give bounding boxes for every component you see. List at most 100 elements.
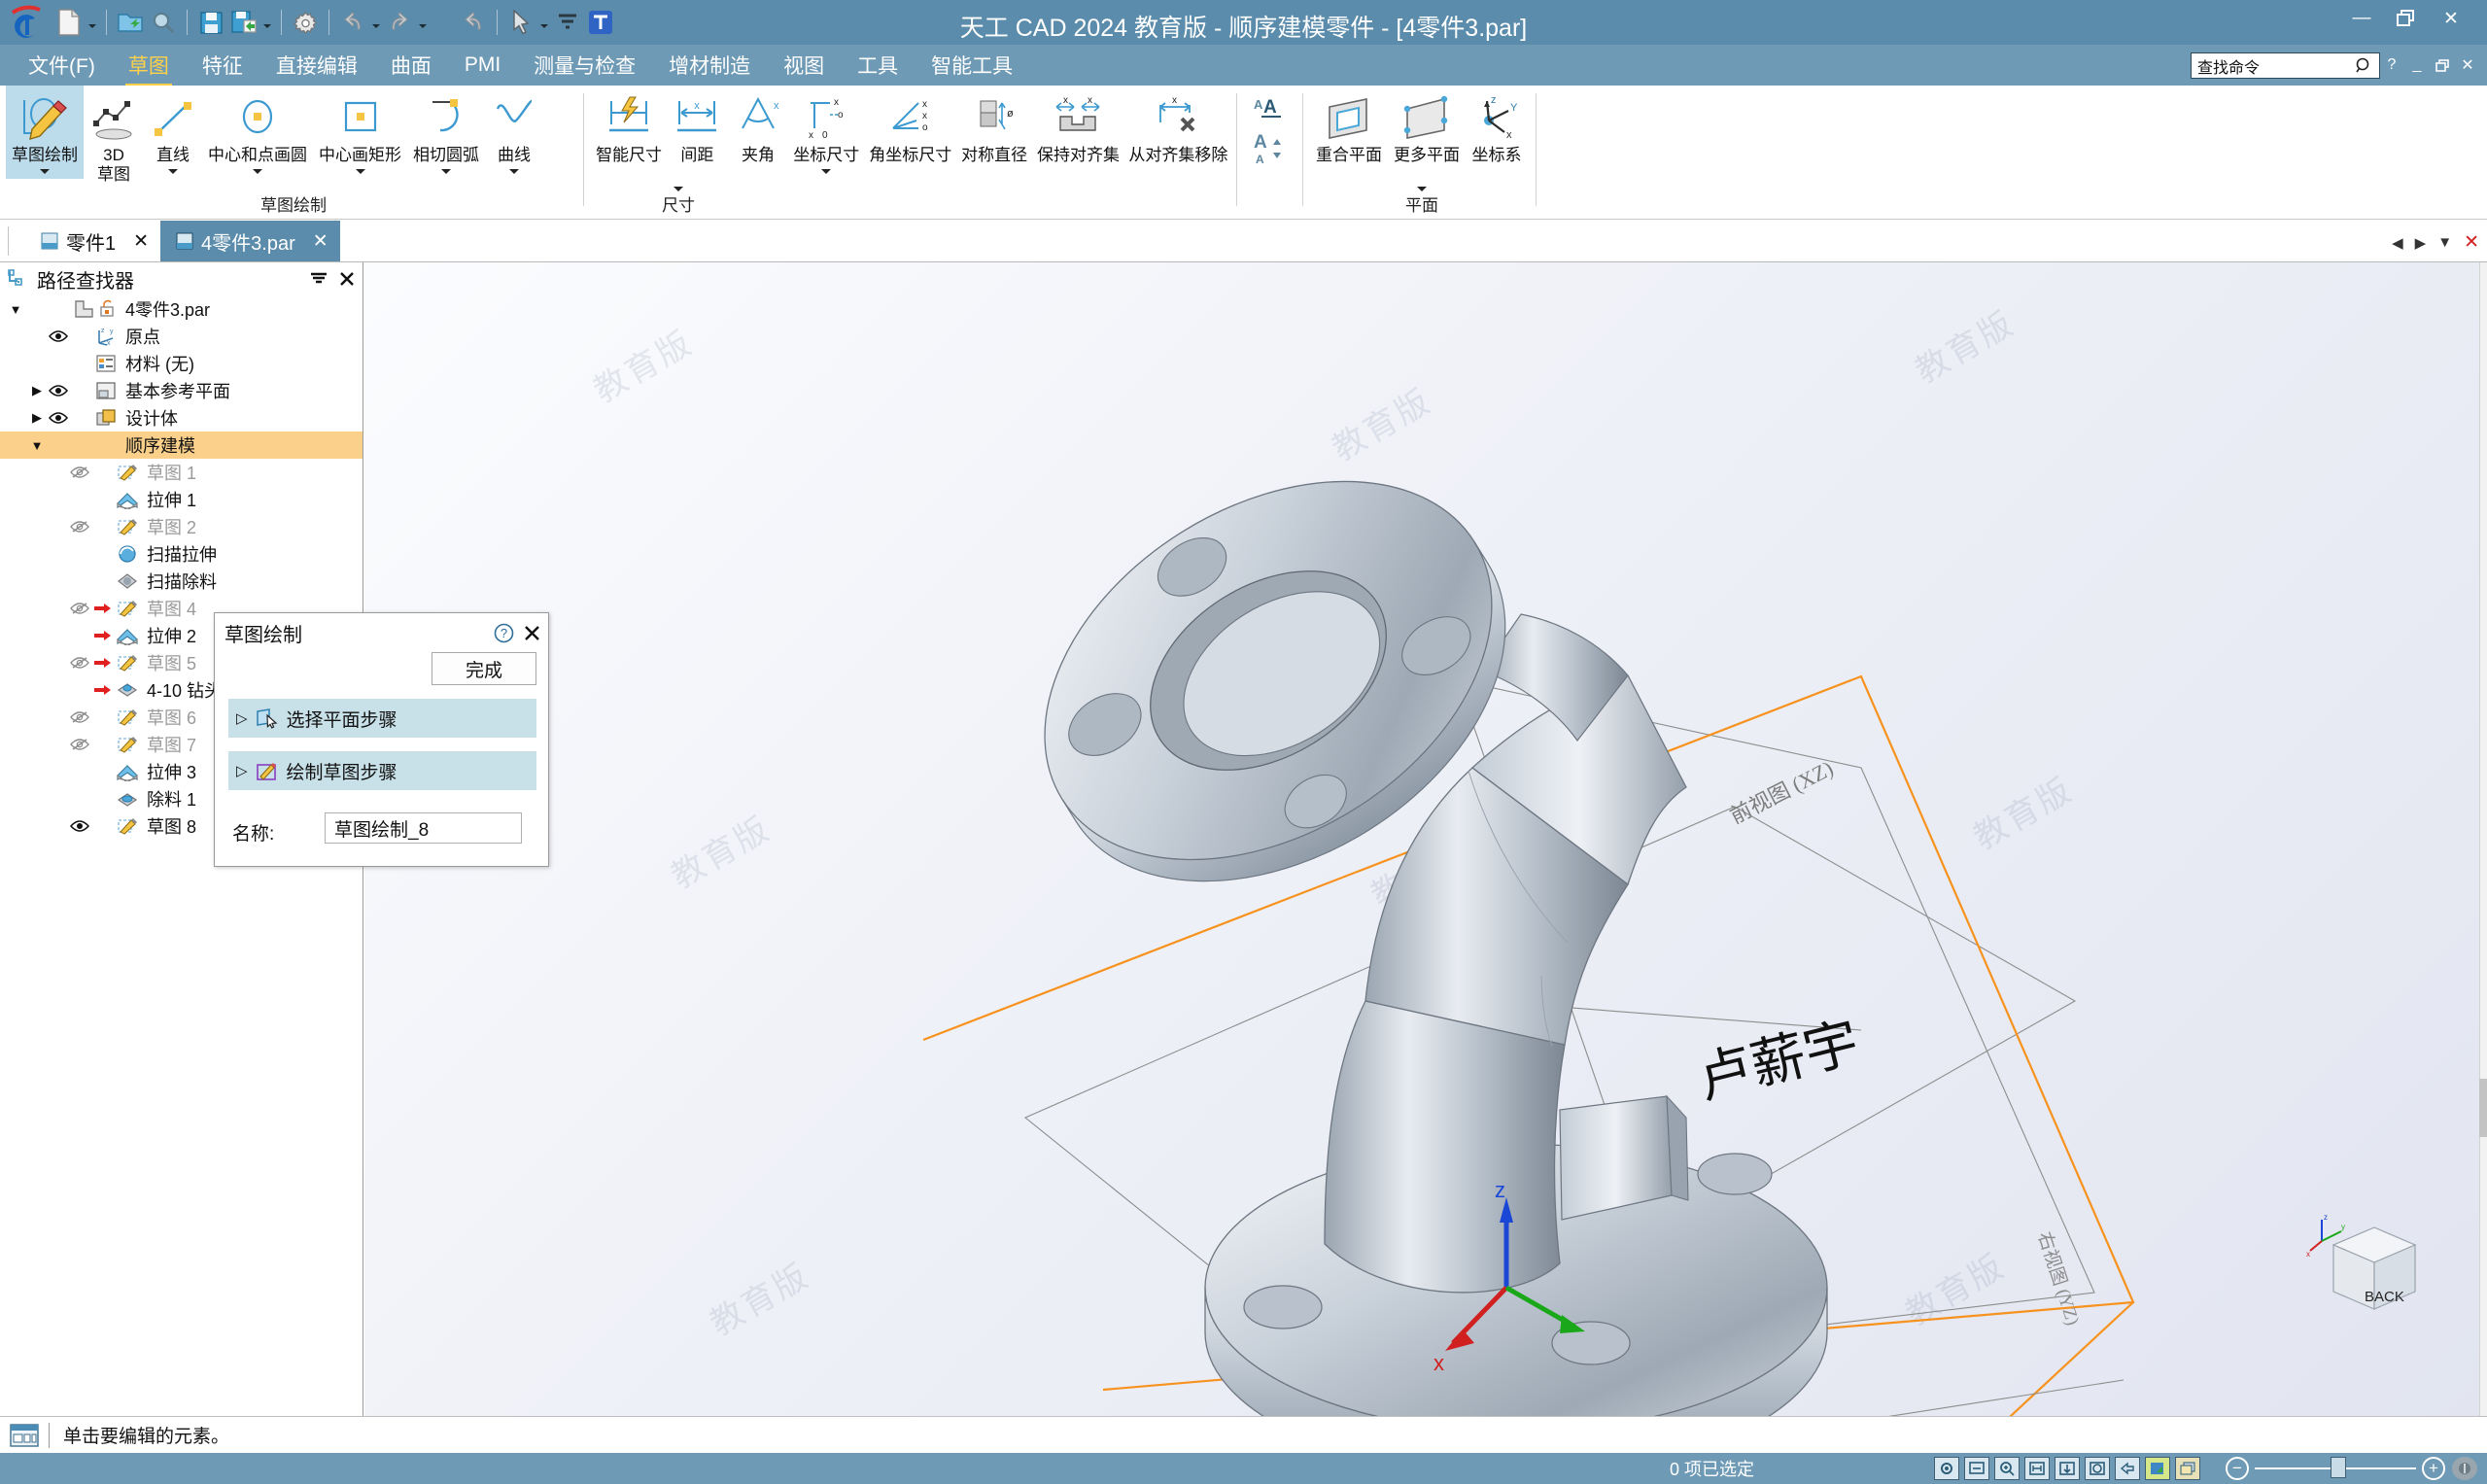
visibility-eye-icon[interactable]: [47, 384, 70, 397]
sketch-dialog-name-input[interactable]: 草图绘制_8: [325, 812, 522, 844]
doc-restore-button[interactable]: [2431, 52, 2454, 78]
select-tool-button[interactable]: [504, 3, 537, 42]
text-style-icon[interactable]: AA: [1250, 91, 1289, 129]
rectangle-center-dropdown[interactable]: [355, 165, 365, 179]
sketch-draw-button[interactable]: 草图绘制: [6, 86, 84, 179]
pan-icon[interactable]: [2055, 1457, 2080, 1480]
step-expander-icon[interactable]: ▷: [236, 709, 248, 727]
sketch-draw-dropdown[interactable]: [40, 165, 50, 179]
symmetric-diameter-button[interactable]: ø 对称直径: [956, 86, 1032, 165]
pathfinder-row[interactable]: ▶ 设计体: [0, 404, 363, 431]
help-question-icon[interactable]: ?: [494, 623, 514, 643]
menu-item-view[interactable]: 视图: [767, 47, 841, 84]
circle-center-point-dropdown[interactable]: [253, 165, 262, 179]
visibility-eye-icon[interactable]: [68, 466, 91, 479]
document-tab-part1[interactable]: 零件1 ✕: [25, 221, 160, 261]
save-as-button[interactable]: [227, 3, 260, 42]
pathfinder-row[interactable]: 草图 2: [0, 513, 363, 540]
text-tool-button[interactable]: [584, 3, 617, 42]
quick-access-toolbar[interactable]: [52, 0, 617, 45]
redo-button[interactable]: [383, 3, 416, 42]
close-icon[interactable]: [339, 271, 355, 287]
visibility-eye-icon[interactable]: [68, 656, 91, 670]
undo-dropdown[interactable]: [369, 3, 383, 42]
look-at-icon[interactable]: [2115, 1457, 2140, 1480]
open-document-button[interactable]: [114, 3, 147, 42]
menu-item-file[interactable]: 文件(F): [12, 47, 112, 84]
ribbon-toolbar[interactable]: 草图绘制 3D 草图 直线 中心和点画圆 中心画矩形 相切圆弧 曲线 草图绘制 …: [0, 86, 2487, 220]
doc-minimize-button[interactable]: _: [2405, 52, 2429, 78]
help-button[interactable]: ?: [2380, 52, 2403, 78]
smart-dimension-button[interactable]: 智能尺寸: [591, 86, 667, 165]
pathfinder-row[interactable]: z y x 原点: [0, 323, 363, 350]
visibility-eye-icon[interactable]: [68, 602, 91, 615]
menu-item-direct-edit[interactable]: 直接编辑: [259, 47, 374, 84]
pathfinder-row[interactable]: 扫描拉伸: [0, 540, 363, 568]
doc-close-button[interactable]: ✕: [2456, 52, 2479, 78]
angular-coordinate-dimension-button[interactable]: xxo 角坐标尺寸: [864, 86, 956, 165]
pathfinder-row[interactable]: ▼ 顺序建模: [0, 431, 363, 459]
angle-dimension-button[interactable]: x 夹角: [728, 86, 789, 165]
pathfinder-row[interactable]: 拉伸 1: [0, 486, 363, 513]
visibility-eye-icon[interactable]: [47, 411, 70, 425]
tab-navigation[interactable]: ◀ ▶ ▼ ✕: [2392, 231, 2479, 254]
tab-list-button[interactable]: ▼: [2437, 234, 2452, 251]
pathfinder-row[interactable]: ▼ 4零件3.par: [0, 295, 363, 323]
viewport-scrollbar-thumb[interactable]: [2479, 1079, 2487, 1137]
document-window-controls[interactable]: ? _ ✕: [2380, 52, 2479, 78]
visibility-eye-icon[interactable]: [68, 520, 91, 534]
viewport-scrollbar[interactable]: [2479, 262, 2487, 1416]
select-tool-dropdown[interactable]: [537, 3, 551, 42]
rotate-icon[interactable]: [2085, 1457, 2110, 1480]
coordinate-system-button[interactable]: z Yx 坐标系: [1466, 86, 1528, 165]
visibility-eye-icon[interactable]: [68, 819, 91, 833]
close-icon[interactable]: [524, 625, 540, 641]
zoom-track[interactable]: [2255, 1457, 2416, 1478]
zoom-out-button[interactable]: −: [2226, 1457, 2249, 1480]
distance-dimension-button[interactable]: x 间距: [667, 86, 728, 165]
zoom-reset-button[interactable]: [2452, 1457, 2477, 1480]
minimize-button[interactable]: —: [2339, 4, 2384, 33]
status-bar[interactable]: 0 项已选定 − +: [0, 1453, 2487, 1484]
fit-icon[interactable]: [2024, 1457, 2050, 1480]
menu-item-smart-tools[interactable]: 智能工具: [915, 47, 1029, 84]
tab-prev-button[interactable]: ◀: [2392, 234, 2403, 252]
undo-button[interactable]: [336, 3, 369, 42]
sketch-dialog[interactable]: 草图绘制 ? 完成 ▷ 选择平面步骤 ▷ 绘制草图步骤 名称: 草图绘制_8: [214, 612, 549, 867]
coordinate-dimension-button[interactable]: xox0 坐标尺寸: [788, 86, 864, 179]
remove-alignment-button[interactable]: x 从对齐集移除: [1124, 86, 1232, 165]
new-document-button[interactable]: [52, 3, 86, 42]
line-button[interactable]: 直线: [144, 86, 202, 179]
tree-expander-icon[interactable]: ▼: [6, 302, 25, 317]
zoom-slider[interactable]: − +: [2226, 1457, 2445, 1480]
document-tab-part3[interactable]: 4零件3.par ✕: [160, 221, 340, 261]
window-controls[interactable]: — ✕: [2339, 4, 2473, 33]
coordinate-dimension-dropdown[interactable]: [821, 165, 832, 179]
maintain-alignment-button[interactable]: xx 保持对齐集: [1032, 86, 1124, 165]
repeat-button[interactable]: [457, 3, 490, 42]
new-document-dropdown[interactable]: [86, 3, 99, 42]
curve-dropdown[interactable]: [509, 165, 519, 179]
view-camera-icon[interactable]: [1934, 1457, 1959, 1480]
pathfinder-row[interactable]: 材料 (无): [0, 350, 363, 377]
zoom-in-icon[interactable]: [1994, 1457, 2020, 1480]
tangent-arc-button[interactable]: 相切圆弧: [407, 86, 485, 179]
tangent-arc-dropdown[interactable]: [441, 165, 451, 179]
text-size-icon[interactable]: AA: [1250, 131, 1289, 171]
sketch-dialog-step-select-plane[interactable]: ▷ 选择平面步骤: [228, 699, 536, 738]
window-icon[interactable]: [2175, 1457, 2200, 1480]
document-tab-part1-close[interactable]: ✕: [133, 230, 149, 253]
curve-button[interactable]: 曲线: [485, 86, 543, 179]
sketch-dialog-done-button[interactable]: 完成: [432, 652, 536, 685]
visibility-eye-icon[interactable]: [47, 329, 70, 343]
rectangle-center-button[interactable]: 中心画矩形: [313, 86, 407, 179]
view-cube[interactable]: BACK z y x: [2304, 1212, 2431, 1329]
pathfinder-tools[interactable]: [310, 271, 355, 287]
sketch-dialog-step-draw-sketch[interactable]: ▷ 绘制草图步骤: [228, 751, 536, 790]
dropdown-menu-icon[interactable]: [310, 272, 328, 286]
filter-button[interactable]: [551, 3, 584, 42]
step-expander-icon[interactable]: ▷: [236, 762, 248, 779]
visibility-eye-icon[interactable]: [68, 738, 91, 751]
menu-item-sketch[interactable]: 草图: [112, 47, 186, 86]
pathfinder-row[interactable]: 扫描除料: [0, 568, 363, 595]
